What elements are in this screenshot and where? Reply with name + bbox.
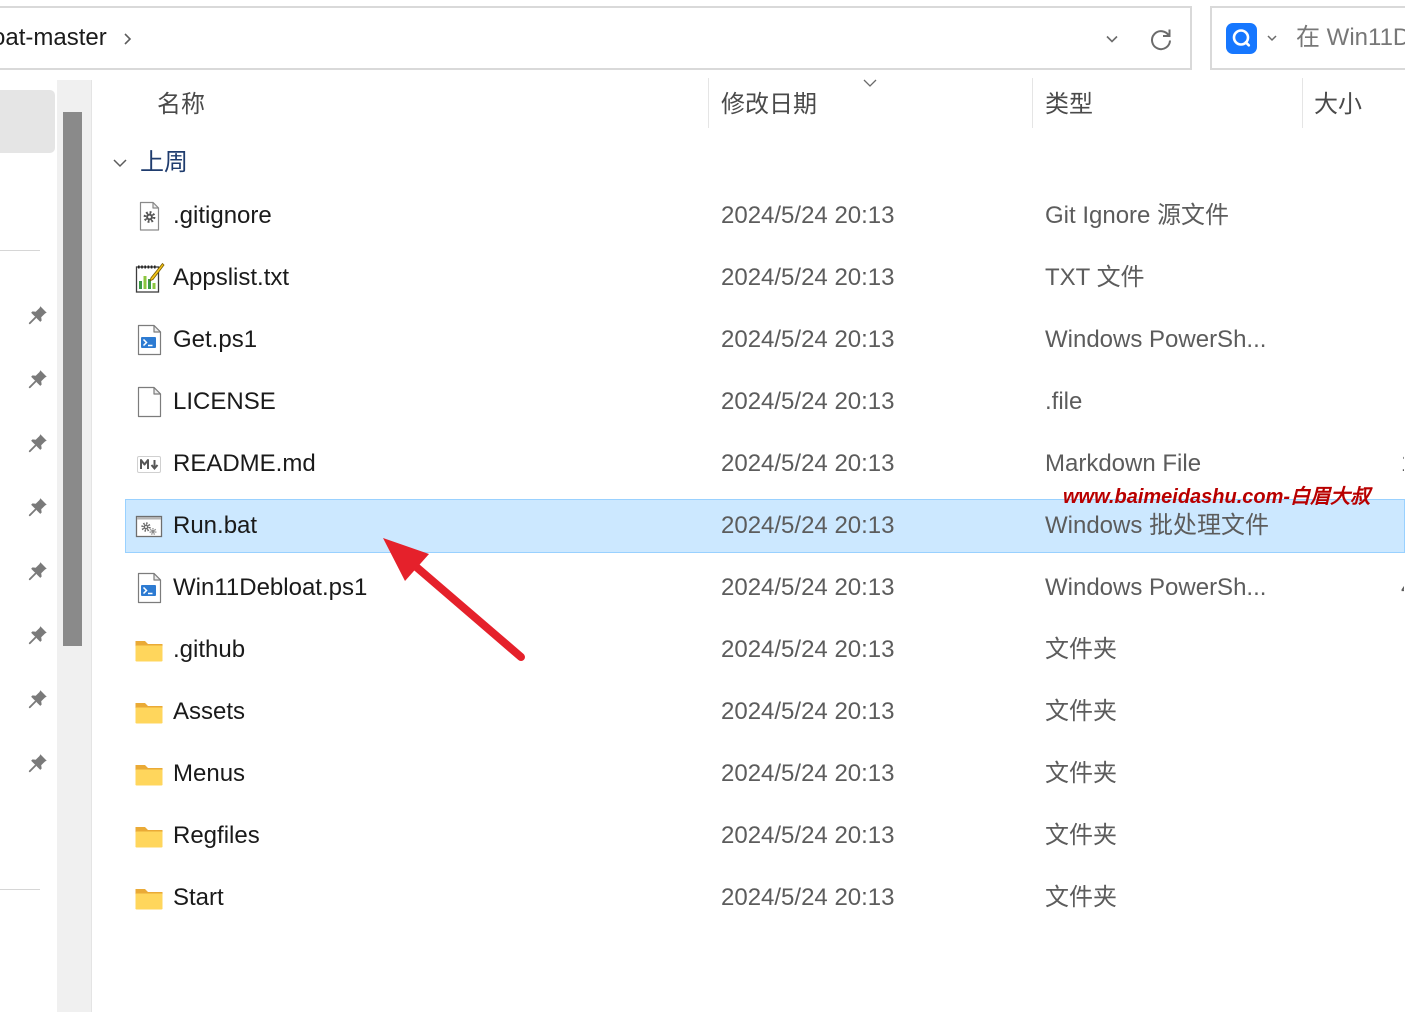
powershell-file-icon	[133, 572, 165, 604]
file-type: Windows PowerSh...	[1045, 326, 1267, 353]
file-name: Win11Debloat.ps1	[173, 574, 368, 601]
file-row[interactable]: Appslist.txt 2024/5/24 20:13 TXT 文件	[125, 251, 1405, 305]
file-modified-date: 2024/5/24 20:13	[721, 760, 895, 787]
search-box[interactable]	[1210, 6, 1405, 70]
file-row[interactable]: README.md 2024/5/24 20:13 Markdown File …	[125, 437, 1405, 491]
nav-divider	[0, 250, 40, 251]
file-name: Assets	[173, 698, 246, 725]
folder-row[interactable]: Assets 2024/5/24 20:13 文件夹	[125, 685, 1405, 739]
file-size: 1	[1401, 438, 1404, 490]
folder-icon	[133, 882, 165, 914]
chevron-down-icon[interactable]	[112, 157, 128, 169]
watermark-text: www.baimeidashu.com-白眉大叔	[1063, 486, 1371, 508]
file-type: 文件夹	[1045, 636, 1117, 663]
pin-icon[interactable]	[27, 688, 49, 710]
nav-item-selected[interactable]	[0, 90, 55, 153]
file-type: TXT 文件	[1045, 264, 1145, 291]
file-size: 4	[1401, 562, 1404, 614]
chevron-down-icon[interactable]	[1265, 33, 1279, 43]
file-modified-date: 2024/5/24 20:13	[721, 264, 895, 291]
file-name: Start	[173, 884, 224, 911]
file-modified-date: 2024/5/24 20:13	[721, 636, 895, 663]
file-modified-date: 2024/5/24 20:13	[721, 202, 895, 229]
pin-icon[interactable]	[27, 752, 49, 774]
markdown-file-icon	[133, 448, 165, 480]
file-name: .github	[173, 636, 246, 663]
file-name: .gitignore	[173, 202, 272, 229]
batch-file-icon	[133, 510, 165, 542]
file-name: LICENSE	[173, 388, 276, 415]
file-row[interactable]: Win11Debloat.ps1 2024/5/24 20:13 Windows…	[125, 561, 1405, 615]
search-input[interactable]	[1296, 8, 1405, 68]
pin-icon[interactable]	[27, 560, 49, 582]
column-header-size[interactable]: 大小	[1303, 86, 1405, 124]
file-type: .file	[1045, 388, 1083, 415]
pin-icon[interactable]	[27, 624, 49, 646]
file-type: 文件夹	[1045, 884, 1117, 911]
chevron-right-icon[interactable]	[120, 30, 134, 48]
pin-icon[interactable]	[27, 496, 49, 518]
file-modified-date: 2024/5/24 20:13	[721, 326, 895, 353]
file-modified-date: 2024/5/24 20:13	[721, 822, 895, 849]
file-name: Menus	[173, 760, 246, 787]
file-modified-date: 2024/5/24 20:13	[721, 698, 895, 725]
group-label: 上周	[140, 149, 188, 176]
nav-divider	[0, 889, 40, 890]
folder-row[interactable]: .github 2024/5/24 20:13 文件夹	[125, 623, 1405, 677]
powershell-file-icon	[133, 324, 165, 356]
breadcrumb-segment[interactable]: oat-master	[0, 8, 107, 68]
folder-icon	[133, 820, 165, 852]
gear-file-icon	[133, 200, 165, 232]
pin-icon[interactable]	[27, 368, 49, 390]
refresh-icon[interactable]	[1147, 25, 1175, 53]
file-type: 文件夹	[1045, 698, 1117, 725]
column-header-name[interactable]: 名称	[125, 86, 708, 124]
file-type: Windows PowerSh...	[1045, 574, 1267, 601]
search-icon[interactable]	[1226, 23, 1257, 54]
folder-row[interactable]: Start 2024/5/24 20:13 文件夹	[125, 871, 1405, 925]
column-header-modified[interactable]: 修改日期	[709, 86, 1032, 124]
file-type: 文件夹	[1045, 822, 1117, 849]
file-name: README.md	[173, 450, 316, 477]
file-name: Regfiles	[173, 822, 260, 849]
file-name: Get.ps1	[173, 326, 258, 353]
pin-icon[interactable]	[27, 304, 49, 326]
column-header-type[interactable]: 类型	[1033, 86, 1302, 124]
sort-chevron-icon	[863, 79, 877, 87]
address-bar[interactable]: oat-master	[0, 6, 1192, 70]
file-modified-date: 2024/5/24 20:13	[721, 574, 895, 601]
folder-row[interactable]: Menus 2024/5/24 20:13 文件夹	[125, 747, 1405, 801]
blank-file-icon	[133, 386, 165, 418]
file-type: Markdown File	[1045, 450, 1202, 477]
file-name: Appslist.txt	[173, 264, 290, 291]
group-header[interactable]: 上周	[108, 146, 228, 180]
file-type: Git Ignore 源文件	[1045, 202, 1230, 229]
folder-icon	[133, 758, 165, 790]
file-name: Run.bat	[173, 512, 258, 539]
file-modified-date: 2024/5/24 20:13	[721, 884, 895, 911]
file-row[interactable]: .gitignore 2024/5/24 20:13 Git Ignore 源文…	[125, 189, 1405, 243]
file-row[interactable]: LICENSE 2024/5/24 20:13 .file	[125, 375, 1405, 429]
file-type: 文件夹	[1045, 760, 1117, 787]
folder-icon	[133, 634, 165, 666]
pin-icon[interactable]	[27, 432, 49, 454]
file-modified-date: 2024/5/24 20:13	[721, 512, 895, 539]
notepad-file-icon	[133, 262, 165, 294]
folder-row[interactable]: Regfiles 2024/5/24 20:13 文件夹	[125, 809, 1405, 863]
file-modified-date: 2024/5/24 20:13	[721, 388, 895, 415]
file-explorer-window: oat-master 名称 修改日期	[0, 0, 1405, 1012]
folder-icon	[133, 696, 165, 728]
file-row[interactable]: Get.ps1 2024/5/24 20:13 Windows PowerSh.…	[125, 313, 1405, 367]
file-modified-date: 2024/5/24 20:13	[721, 450, 895, 477]
nav-scrollbar-thumb[interactable]	[63, 112, 82, 646]
chevron-down-icon[interactable]	[1104, 33, 1120, 45]
